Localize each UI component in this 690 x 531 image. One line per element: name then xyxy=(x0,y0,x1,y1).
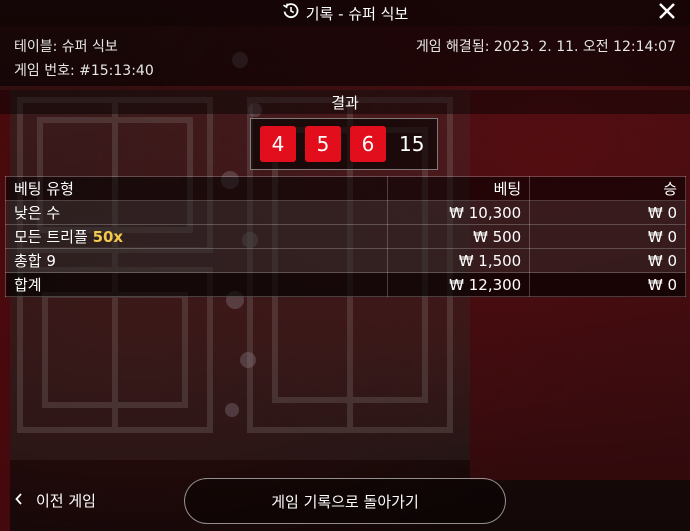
total-row: 합계 ₩ 12,300 ₩ 0 xyxy=(4,272,686,297)
dice-result: 4 5 6 15 xyxy=(250,118,438,170)
table-header-row: 베팅 유형 베팅 승 xyxy=(4,176,686,201)
previous-game-label[interactable]: 이전 게임 xyxy=(36,490,96,511)
total-label: 합계 xyxy=(4,272,389,297)
win-amount: ₩ 0 xyxy=(529,248,686,273)
header-bet: 베팅 xyxy=(387,176,531,201)
win-amount: ₩ 0 xyxy=(529,200,686,225)
bet-amount: ₩ 10,300 xyxy=(387,200,531,225)
window-title-text: 기록 - 슈퍼 식보 xyxy=(305,4,409,23)
total-bet-amount: ₩ 12,300 xyxy=(387,272,531,297)
table-row: 모든 트리플 50x ₩ 500 ₩ 0 xyxy=(4,224,686,249)
bet-type: 총합 9 xyxy=(14,252,56,270)
table-name: 테이블: 슈퍼 식보 xyxy=(14,39,118,55)
payout-multiplier: 50x xyxy=(92,228,124,246)
game-info-panel: 테이블: 슈퍼 식보 게임 번호: #15:13:40 게임 해결됨: 2023… xyxy=(0,26,690,86)
history-icon xyxy=(282,2,300,24)
die-2: 5 xyxy=(305,126,341,162)
bet-amount: ₩ 1,500 xyxy=(387,248,531,273)
title-bar: 기록 - 슈퍼 식보 xyxy=(0,0,690,26)
result-heading: 결과 xyxy=(0,90,690,114)
bets-table: 베팅 유형 베팅 승 낮은 수 ₩ 10,300 ₩ 0 모든 트리플 50x … xyxy=(4,176,686,297)
chevron-left-icon[interactable] xyxy=(14,492,24,510)
previous-game-button[interactable]: 이전 게임 xyxy=(14,490,96,511)
bet-type-cell: 모든 트리플 50x xyxy=(4,224,389,249)
bet-type-cell: 낮은 수 xyxy=(4,200,389,225)
win-amount: ₩ 0 xyxy=(529,224,686,249)
close-icon[interactable] xyxy=(658,2,676,24)
window-title: 기록 - 슈퍼 식보 xyxy=(282,2,409,24)
bet-amount: ₩ 500 xyxy=(387,224,531,249)
header-win: 승 xyxy=(529,176,686,201)
total-win-amount: ₩ 0 xyxy=(529,272,686,297)
back-to-history-label[interactable]: 게임 기록으로 돌아가기 xyxy=(271,491,419,512)
header-bet-type: 베팅 유형 xyxy=(4,176,389,201)
table-row: 총합 9 ₩ 1,500 ₩ 0 xyxy=(4,248,686,273)
bet-type: 모든 트리플 xyxy=(14,228,88,246)
dice-total: 15 xyxy=(399,132,425,156)
bet-type-cell: 총합 9 xyxy=(4,248,389,273)
die-3: 6 xyxy=(350,126,386,162)
bet-type: 낮은 수 xyxy=(14,204,61,222)
game-number: 게임 번호: #15:13:40 xyxy=(14,63,154,79)
table-row: 낮은 수 ₩ 10,300 ₩ 0 xyxy=(4,200,686,225)
game-resolved-time: 게임 해결됨: 2023. 2. 11. 오전 12:14:07 xyxy=(415,39,676,55)
result-heading-text: 결과 xyxy=(331,93,359,112)
close-button[interactable] xyxy=(654,0,680,26)
back-to-history-button[interactable]: 게임 기록으로 돌아가기 xyxy=(184,478,506,524)
die-1: 4 xyxy=(260,126,296,162)
